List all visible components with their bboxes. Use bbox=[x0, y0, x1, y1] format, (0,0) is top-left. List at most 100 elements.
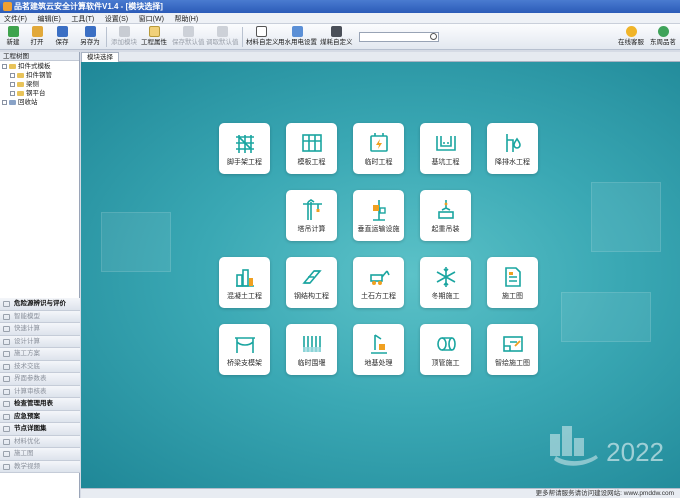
tile-hoisting[interactable]: 起重吊装 bbox=[420, 190, 471, 241]
user-account-button[interactable]: 东周品茗 bbox=[648, 25, 678, 49]
online-service-button[interactable]: 在线客服 bbox=[618, 25, 644, 49]
new-button[interactable]: 新建 bbox=[4, 25, 22, 49]
tile-scaffold[interactable]: 脚手架工程 bbox=[219, 123, 270, 174]
tile-foundation-treatment[interactable]: 地基处理 bbox=[353, 324, 404, 375]
save-icon bbox=[56, 26, 68, 37]
nav-inspection-forms[interactable]: 检查管理用表 bbox=[0, 398, 80, 411]
construction-drawing-icon bbox=[504, 267, 521, 287]
nav-construction-drawing[interactable]: 施工图 bbox=[0, 448, 80, 461]
module-workspace: 脚手架工程 模板工程 临时工程 基坑工程 降排水工程 塔吊计算 垂直运输设施 起… bbox=[81, 62, 680, 488]
background-decoration bbox=[561, 292, 651, 342]
tile-drainage[interactable]: 降排水工程 bbox=[487, 123, 538, 174]
briefing-icon bbox=[3, 363, 10, 370]
recycle-bin-icon bbox=[9, 99, 16, 105]
expand-icon[interactable] bbox=[2, 99, 7, 105]
video-icon bbox=[3, 463, 10, 470]
model-icon bbox=[3, 313, 10, 320]
optimize-icon bbox=[3, 438, 10, 445]
project-tree: 扣件式模板 扣件钢管 梁侧 钢平台 回收站 bbox=[0, 61, 79, 108]
folder-icon bbox=[17, 72, 24, 78]
nav-tutorial-video[interactable]: 教学视频 bbox=[0, 460, 80, 473]
tree-node[interactable]: 回收站 bbox=[2, 98, 77, 107]
tree-node[interactable]: 钢平台 bbox=[2, 89, 77, 98]
load-default-icon bbox=[216, 26, 228, 37]
nav-node-details[interactable]: 节点详图集 bbox=[0, 423, 80, 436]
tile-cofferdam[interactable]: 临时围堰 bbox=[286, 324, 337, 375]
tile-pipe-jacking[interactable]: 顶管施工 bbox=[420, 324, 471, 375]
nav-material-optimize[interactable]: 材料优化 bbox=[0, 435, 80, 448]
nav-hazard-identification[interactable]: 危险源辨识与评价 bbox=[0, 298, 80, 311]
tab-module-select[interactable]: 模块选择 bbox=[81, 52, 119, 62]
formwork-icon bbox=[301, 134, 322, 152]
coal-custom-button[interactable]: 煤耗自定义 bbox=[320, 25, 353, 49]
app-icon bbox=[3, 2, 12, 11]
background-decoration bbox=[101, 212, 171, 272]
save-as-button[interactable]: 另存为 bbox=[78, 25, 102, 49]
company-logo-icon bbox=[550, 426, 598, 466]
tree-node[interactable]: 扣件式模板 bbox=[2, 62, 77, 71]
drainage-icon bbox=[505, 134, 521, 152]
tile-earthwork[interactable]: 土石方工程 bbox=[353, 257, 404, 308]
expand-icon[interactable] bbox=[10, 81, 15, 87]
nav-calc-review[interactable]: 计算审核表 bbox=[0, 385, 80, 398]
load-default-button[interactable]: 调取默认值 bbox=[206, 25, 239, 49]
tile-bridge-formwork[interactable]: 桥梁支模架 bbox=[219, 324, 270, 375]
review-icon bbox=[3, 388, 10, 395]
tab-strip: 模块选择 bbox=[81, 52, 680, 62]
tile-concrete[interactable]: 混凝土工程 bbox=[219, 257, 270, 308]
tile-steel-structure[interactable]: 钢结构工程 bbox=[286, 257, 337, 308]
calculator-icon bbox=[3, 326, 10, 332]
vertical-transport-icon bbox=[372, 200, 386, 221]
nav-quick-calc[interactable]: 快速计算 bbox=[0, 323, 80, 336]
tree-node[interactable]: 梁侧 bbox=[2, 80, 77, 89]
folder-icon bbox=[17, 90, 24, 96]
project-properties-button[interactable]: 工程属性 bbox=[140, 25, 168, 49]
foundation-pit-icon bbox=[435, 136, 456, 151]
tile-tower-crane[interactable]: 塔吊计算 bbox=[286, 190, 337, 241]
nav-emergency-plan[interactable]: 应急预案 bbox=[0, 410, 80, 423]
toolbar-separator bbox=[242, 27, 243, 47]
status-bar: 更多帮请服务请访问建设网站: www.pmddw.com bbox=[81, 488, 680, 498]
winter-construction-icon bbox=[436, 267, 455, 287]
left-nav: 危险源辨识与评价 智能模型 快速计算 设计计算 施工方案 技术交底 界面参数表 … bbox=[0, 298, 80, 473]
project-tree-header: 工程树图 bbox=[0, 52, 79, 61]
collapse-icon[interactable] bbox=[2, 63, 7, 69]
nav-tech-briefing[interactable]: 技术交底 bbox=[0, 360, 80, 373]
nav-construction-plan[interactable]: 施工方案 bbox=[0, 348, 80, 361]
search-icon[interactable] bbox=[430, 33, 437, 40]
tile-smart-drawing[interactable]: 智绘施工图 bbox=[487, 324, 538, 375]
water-power-settings-button[interactable]: 用水用电设置 bbox=[278, 25, 317, 49]
brand-watermark: 2022 bbox=[544, 412, 664, 472]
folder-icon bbox=[17, 81, 24, 87]
expand-icon[interactable] bbox=[10, 72, 15, 78]
foundation-treatment-icon bbox=[370, 334, 387, 354]
smart-drawing-icon bbox=[502, 336, 523, 352]
nav-param-table[interactable]: 界面参数表 bbox=[0, 373, 80, 386]
open-button[interactable]: 打开 bbox=[28, 25, 46, 49]
add-module-button[interactable]: 添加模块 bbox=[110, 25, 138, 49]
nav-design-calc[interactable]: 设计计算 bbox=[0, 335, 80, 348]
background-decoration bbox=[591, 182, 661, 252]
customer-service-icon bbox=[625, 26, 637, 37]
tile-winter-construction[interactable]: 冬期施工 bbox=[420, 257, 471, 308]
nav-smart-model[interactable]: 智能模型 bbox=[0, 310, 80, 323]
concrete-icon bbox=[235, 269, 254, 287]
details-icon bbox=[3, 426, 10, 432]
tile-vertical-transport[interactable]: 垂直运输设施 bbox=[353, 190, 404, 241]
material-custom-button[interactable]: 材料自定义 bbox=[246, 25, 279, 49]
plan-icon bbox=[3, 351, 10, 357]
tree-node[interactable]: 扣件钢管 bbox=[2, 71, 77, 80]
tile-temporary-works[interactable]: 临时工程 bbox=[353, 123, 404, 174]
water-power-icon bbox=[291, 26, 303, 37]
toolbar: 新建 打开 保存 另存为 添加模块 工程属性 保存默认值 调取默认值 材料自定义… bbox=[0, 24, 680, 50]
drawing-icon bbox=[3, 451, 10, 457]
save-default-button[interactable]: 保存默认值 bbox=[172, 25, 205, 49]
tile-foundation-pit[interactable]: 基坑工程 bbox=[420, 123, 471, 174]
tile-construction-drawing[interactable]: 施工图 bbox=[487, 257, 538, 308]
search-input[interactable] bbox=[359, 32, 439, 42]
save-button[interactable]: 保存 bbox=[52, 25, 72, 49]
tile-formwork[interactable]: 模板工程 bbox=[286, 123, 337, 174]
properties-icon bbox=[148, 26, 160, 37]
expand-icon[interactable] bbox=[10, 90, 15, 96]
left-panel: 工程树图 扣件式模板 扣件钢管 梁侧 钢平台 回收站 危险源辨识与评价 智能模型… bbox=[0, 52, 80, 498]
